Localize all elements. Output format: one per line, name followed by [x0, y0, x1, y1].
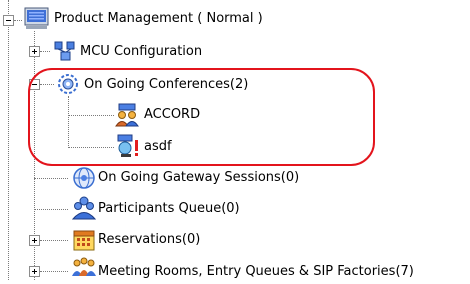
annotation-highlight-ellipse	[28, 68, 375, 166]
root-node-label[interactable]: Product Management ( Normal )	[54, 11, 263, 27]
tree-item-on-going-gateway-sessions[interactable]: On Going Gateway Sessions(0)	[98, 170, 299, 186]
tree-item-mcu-configuration[interactable]: MCU Configuration	[80, 44, 202, 60]
connector	[14, 20, 22, 21]
connector	[40, 271, 68, 272]
tree-item-meeting-rooms[interactable]: Meeting Rooms, Entry Queues & SIP Factor…	[98, 264, 414, 280]
tree-item-participants-queue[interactable]: Participants Queue(0)	[98, 201, 240, 217]
connector	[34, 209, 68, 210]
participants-queue-icon	[71, 196, 97, 220]
connector	[40, 240, 68, 241]
mcu-config-expand-toggle[interactable]	[29, 46, 40, 57]
tree-trunk-line	[8, 0, 9, 280]
network-config-icon	[53, 40, 77, 64]
root-collapse-toggle[interactable]	[3, 15, 14, 26]
gateway-globe-icon	[72, 166, 96, 190]
meeting-rooms-expand-toggle[interactable]	[29, 266, 40, 277]
connector	[34, 178, 68, 179]
meeting-rooms-icon	[71, 256, 96, 280]
connector	[40, 51, 50, 52]
reservations-expand-toggle[interactable]	[29, 235, 40, 246]
monitor-icon	[24, 7, 49, 31]
calendar-icon	[72, 228, 96, 252]
tree-item-reservations[interactable]: Reservations(0)	[98, 232, 200, 248]
